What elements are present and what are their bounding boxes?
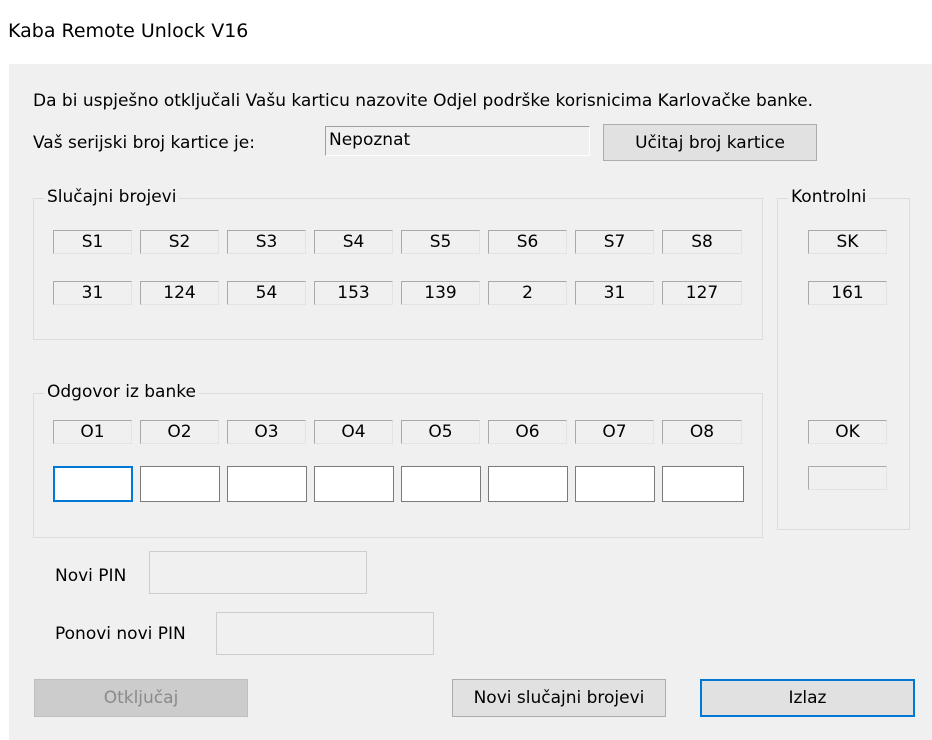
value-s6: 2: [488, 281, 567, 305]
header-o6: O6: [488, 420, 567, 444]
header-s2: S2: [140, 230, 219, 254]
value-s4: 153: [314, 281, 393, 305]
value-s3: 54: [227, 281, 306, 305]
new-pin-label: Novi PIN: [55, 566, 127, 586]
answer-input-o5[interactable]: [401, 466, 481, 502]
header-s5: S5: [401, 230, 480, 254]
window-title: Kaba Remote Unlock V16: [8, 20, 249, 42]
ok-label: OK: [808, 420, 887, 444]
unlock-button[interactable]: Otključaj: [34, 679, 248, 717]
header-s6: S6: [488, 230, 567, 254]
exit-button[interactable]: Izlaz: [700, 679, 915, 717]
repeat-pin-label: Ponovi novi PIN: [55, 624, 186, 644]
header-s8: S8: [662, 230, 742, 254]
new-random-numbers-button[interactable]: Novi slučajni brojevi: [452, 679, 666, 717]
header-s1: S1: [53, 230, 132, 254]
header-s3: S3: [227, 230, 306, 254]
repeat-pin-field[interactable]: [216, 612, 434, 655]
header-s4: S4: [314, 230, 393, 254]
answer-input-o8[interactable]: [662, 466, 744, 502]
answer-input-o2[interactable]: [140, 466, 220, 502]
value-s1: 31: [53, 281, 132, 305]
answer-input-o3[interactable]: [227, 466, 307, 502]
value-s2: 124: [140, 281, 219, 305]
header-o8: O8: [662, 420, 742, 444]
header-s7: S7: [575, 230, 654, 254]
value-s8: 127: [662, 281, 742, 305]
header-sk: SK: [808, 230, 887, 254]
header-o7: O7: [575, 420, 654, 444]
title-bar[interactable]: Kaba Remote Unlock V16: [0, 0, 932, 64]
instruction-text: Da bi uspješno otključali Vašu karticu n…: [33, 91, 814, 111]
header-o4: O4: [314, 420, 393, 444]
bank-answer-title: Odgovor iz banke: [44, 382, 199, 402]
control-title: Kontrolni: [788, 187, 870, 207]
header-o3: O3: [227, 420, 306, 444]
serial-value-field: Nepoznat: [325, 126, 590, 156]
read-card-button[interactable]: Učitaj broj kartice: [603, 124, 817, 161]
value-s7: 31: [575, 281, 654, 305]
answer-input-o7[interactable]: [575, 466, 655, 502]
serial-label: Vaš serijski broj kartice je:: [33, 133, 255, 153]
value-s5: 139: [401, 281, 480, 305]
ok-status-field: [808, 466, 887, 490]
answer-input-o1[interactable]: [53, 466, 133, 502]
header-o5: O5: [401, 420, 480, 444]
header-o2: O2: [140, 420, 219, 444]
random-numbers-group: [33, 198, 763, 340]
header-o1: O1: [53, 420, 132, 444]
random-numbers-title: Slučajni brojevi: [44, 187, 180, 207]
answer-input-o4[interactable]: [314, 466, 394, 502]
answer-input-o6[interactable]: [488, 466, 568, 502]
new-pin-field[interactable]: [149, 551, 367, 594]
value-sk: 161: [808, 281, 887, 305]
